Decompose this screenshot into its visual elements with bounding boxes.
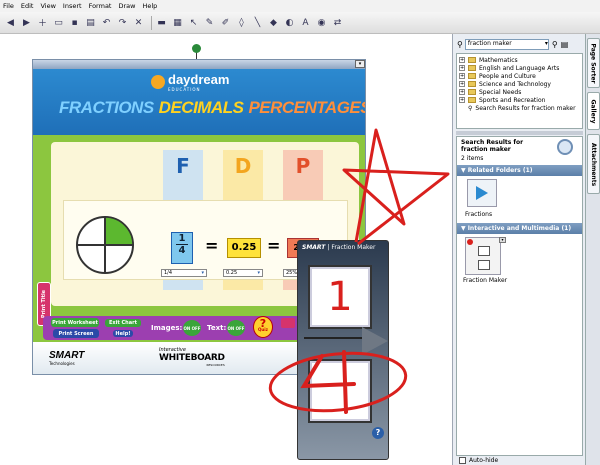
pen-icon[interactable]: ✎ (203, 16, 216, 29)
tree-item-sports[interactable]: + Sports and Recreation (459, 96, 580, 104)
ink-annotations[interactable] (0, 34, 452, 465)
autohide-row: Auto-hide (459, 457, 498, 464)
gallery-search-row: ⚲ fraction maker ▾ ⚲ ▤ (457, 38, 583, 51)
folder-icon (468, 57, 476, 63)
open-icon[interactable]: ▭ (52, 16, 65, 29)
tree-label: English and Language Arts (479, 64, 560, 72)
ink-star (342, 128, 450, 246)
search-go-icon[interactable]: ⚲ (552, 40, 558, 49)
previous-page-icon[interactable]: ◀ (4, 16, 17, 29)
line-icon[interactable]: ╲ (251, 16, 264, 29)
eraser-icon[interactable]: ◊ (235, 16, 248, 29)
folder-icon (468, 97, 476, 103)
tab-label: Gallery (590, 98, 597, 124)
thumb-red-dot (467, 239, 473, 245)
fractions-folder-thumb[interactable] (467, 179, 497, 207)
ink-digit-4 (300, 350, 356, 414)
thumb-menu-icon[interactable]: ▾ (499, 237, 506, 243)
menu-insert[interactable]: Insert (63, 2, 82, 10)
creative-pen-icon[interactable]: ✐ (219, 16, 232, 29)
folder-icon (468, 65, 476, 71)
magnifier-icon (557, 139, 573, 155)
tab-label: Page Sorter (590, 42, 598, 84)
menu-format[interactable]: Format (89, 2, 112, 10)
tree-item-special-needs[interactable]: + Special Needs (459, 88, 580, 96)
menu-file[interactable]: File (3, 2, 14, 10)
side-tabs: Page Sorter Gallery Attachments (585, 34, 600, 465)
expand-icon[interactable]: + (459, 97, 465, 103)
tree-label: Search Results for fraction maker (475, 104, 576, 112)
tree-label: Special Needs (479, 88, 522, 96)
gallery-search-input[interactable]: fraction maker ▾ (464, 39, 549, 50)
expand-icon[interactable]: + (459, 89, 465, 95)
next-page-icon[interactable]: ▶ (20, 16, 33, 29)
toolbar: ◀ ▶ ＋ ▭ ▪ ▤ ↶ ↷ ✕ ▬ ▦ ↖ ✎ ✐ ◊ ╲ ◆ ◐ A ◉ … (0, 12, 600, 34)
menu-view[interactable]: View (40, 2, 55, 10)
gallery-splitter[interactable] (456, 131, 583, 135)
add-page-icon[interactable]: ＋ (36, 16, 49, 29)
tab-gallery[interactable]: Gallery (587, 92, 600, 130)
tree-item-mathematics[interactable]: + Mathematics (459, 56, 580, 64)
move-toolbar-icon[interactable]: ⇄ (331, 16, 344, 29)
menu-bar: File Edit View Insert Format Draw Help (0, 0, 600, 12)
autohide-label: Auto-hide (469, 457, 499, 464)
expand-icon[interactable]: + (459, 57, 465, 63)
options-icon[interactable]: ▤ (561, 40, 569, 49)
tree-item-science[interactable]: + Science and Technology (459, 80, 580, 88)
thumb-box-bottom (478, 260, 490, 270)
select-icon[interactable]: ↖ (187, 16, 200, 29)
tree-item-people[interactable]: + People and Culture (459, 72, 580, 80)
folder-icon (468, 89, 476, 95)
ink-circle (268, 351, 408, 413)
folder-play-icon (476, 186, 488, 200)
menu-edit[interactable]: Edit (21, 2, 34, 10)
tree-label: Mathematics (479, 56, 518, 64)
tab-label: Attachments (590, 142, 598, 186)
tab-attachments[interactable]: Attachments (587, 134, 600, 194)
table-icon[interactable]: ▦ (171, 16, 184, 29)
search-value: fraction maker (467, 40, 512, 47)
search-icon: ⚲ (457, 40, 463, 49)
expand-icon[interactable]: + (459, 81, 465, 87)
interactive-header[interactable]: ▼ Interactive and Multimedia (1) (457, 223, 582, 234)
paste-icon[interactable]: ▤ (84, 16, 97, 29)
chevron-down-icon: ▾ (544, 40, 548, 47)
gallery-tree: + Mathematics + English and Language Arts … (456, 53, 583, 129)
delete-icon[interactable]: ✕ (132, 16, 145, 29)
tree-label: People and Culture (479, 72, 536, 80)
save-icon[interactable]: ▪ (68, 16, 81, 29)
folder-icon (468, 73, 476, 79)
related-folders-header[interactable]: ▼ Related Folders (1) (457, 165, 582, 176)
gallery-sidebar: ⚲ fraction maker ▾ ⚲ ▤ + Mathematics + Engl… (452, 34, 585, 465)
expand-icon[interactable]: + (459, 73, 465, 79)
whiteboard-canvas[interactable]: ▾ daydream EDUCATION FRACTIONS DECIMALS … (0, 34, 452, 465)
redo-icon[interactable]: ↷ (116, 16, 129, 29)
tree-item-search-results[interactable]: ⚲ Search Results for fraction maker (459, 104, 580, 112)
tree-label: Science and Technology (479, 80, 551, 88)
fraction-maker-label: Fraction Maker (463, 277, 508, 284)
toolbar-separator (151, 15, 152, 30)
fractions-folder-label: Fractions (465, 211, 493, 218)
expand-icon[interactable]: + (459, 65, 465, 71)
shape-icon[interactable]: ◆ (267, 16, 280, 29)
fraction-maker-thumb[interactable] (465, 237, 501, 275)
menu-draw[interactable]: Draw (118, 2, 135, 10)
thumb-box-top (478, 246, 490, 256)
fill-icon[interactable]: ◐ (283, 16, 296, 29)
screen-shade-icon[interactable]: ▬ (155, 16, 168, 29)
menu-help[interactable]: Help (142, 2, 157, 10)
results-count: 2 items (461, 155, 484, 162)
folder-icon (468, 81, 476, 87)
search-result-icon: ⚲ (468, 104, 473, 112)
results-title: Search Results for fraction maker (461, 139, 524, 153)
results-panel: Search Results for fraction maker 2 item… (456, 136, 583, 456)
autohide-checkbox[interactable] (459, 457, 466, 464)
tree-label: Sports and Recreation (479, 96, 546, 104)
undo-icon[interactable]: ↶ (100, 16, 113, 29)
tree-item-english[interactable]: + English and Language Arts (459, 64, 580, 72)
tab-page-sorter[interactable]: Page Sorter (587, 38, 600, 88)
properties-icon[interactable]: ◉ (315, 16, 328, 29)
text-icon[interactable]: A (299, 16, 312, 29)
